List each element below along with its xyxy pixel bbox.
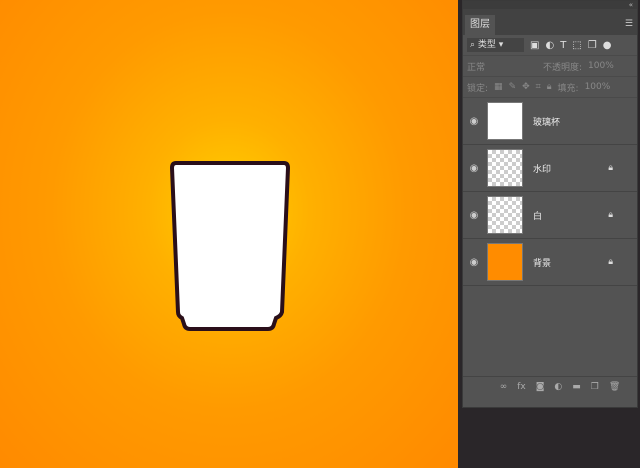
lock-label: 锁定: [467, 83, 489, 94]
smart-object-filter-icon[interactable]: ❐ [588, 40, 597, 51]
document-canvas[interactable] [0, 0, 458, 468]
lock-icon: 🔒︎ [608, 210, 613, 220]
fill-label: 填充: [557, 83, 579, 94]
shape-filter-icon[interactable]: ⬚ [572, 40, 581, 51]
opacity-input[interactable]: 100% [588, 61, 614, 71]
lock-transparent-icon[interactable]: ▦ [494, 82, 503, 92]
type-filter-icon[interactable]: T [560, 40, 566, 51]
filter-toggle-icon[interactable]: ● [603, 40, 612, 51]
lock-artboard-icon[interactable]: ⌗ [536, 82, 541, 92]
adjustment-layer-icon[interactable]: ◐ [554, 382, 562, 392]
add-mask-icon[interactable]: ◙ [536, 382, 545, 392]
delete-layer-icon[interactable]: 🗑︎ [609, 382, 620, 392]
layer-thumbnail [487, 102, 523, 140]
visibility-eye-icon[interactable]: ◉ [463, 163, 485, 174]
lock-all-icon[interactable]: 🔒︎ [547, 82, 552, 92]
layer-row[interactable]: ◉ 白 🔒︎ [463, 192, 637, 239]
new-layer-icon[interactable]: ❐ [591, 382, 599, 392]
glass-cup-shape [170, 161, 290, 331]
layers-panel: « 图层 ☰ ⌕ 类型 ▾ ▣ ◐ T ⬚ ❐ ● 正常 不透明度: 100% … [462, 0, 638, 408]
tab-layers[interactable]: 图层 [465, 15, 495, 35]
adjustment-filter-icon[interactable]: ◐ [545, 40, 554, 51]
layer-row[interactable]: ◉ 玻璃杯 [463, 98, 637, 145]
new-group-icon[interactable]: ▬ [572, 382, 581, 392]
layer-row[interactable]: ◉ 背景 🔒︎ [463, 239, 637, 286]
layer-name[interactable]: 白 [533, 209, 542, 222]
layer-name[interactable]: 玻璃杯 [533, 115, 560, 128]
filter-kind-label: 类型 [477, 40, 496, 50]
layer-thumbnail [487, 196, 523, 234]
fill-input[interactable]: 100% [585, 82, 611, 92]
filter-kind-select[interactable]: ⌕ 类型 ▾ [467, 38, 524, 52]
blend-mode-select[interactable]: 正常 [467, 60, 537, 73]
image-filter-icon[interactable]: ▣ [530, 40, 539, 51]
panel-menu-icon[interactable]: ☰ [625, 19, 633, 29]
lock-image-icon[interactable]: ✎ [509, 82, 517, 92]
visibility-eye-icon[interactable]: ◉ [463, 116, 485, 127]
lock-icon: 🔒︎ [608, 163, 613, 173]
layer-name[interactable]: 水印 [533, 162, 551, 175]
layer-row[interactable]: ◉ 水印 🔒︎ [463, 145, 637, 192]
layer-thumbnail [487, 243, 523, 281]
layer-name[interactable]: 背景 [533, 256, 551, 269]
layer-style-icon[interactable]: fx [517, 382, 526, 392]
collapse-icon[interactable]: « [463, 1, 637, 9]
link-layers-icon[interactable]: ∞ [500, 382, 508, 392]
layer-thumbnail [487, 149, 523, 187]
visibility-eye-icon[interactable]: ◉ [463, 257, 485, 268]
lock-icon: 🔒︎ [608, 257, 613, 267]
visibility-eye-icon[interactable]: ◉ [463, 210, 485, 221]
lock-position-icon[interactable]: ✥ [522, 82, 530, 92]
opacity-label: 不透明度: [543, 62, 583, 73]
